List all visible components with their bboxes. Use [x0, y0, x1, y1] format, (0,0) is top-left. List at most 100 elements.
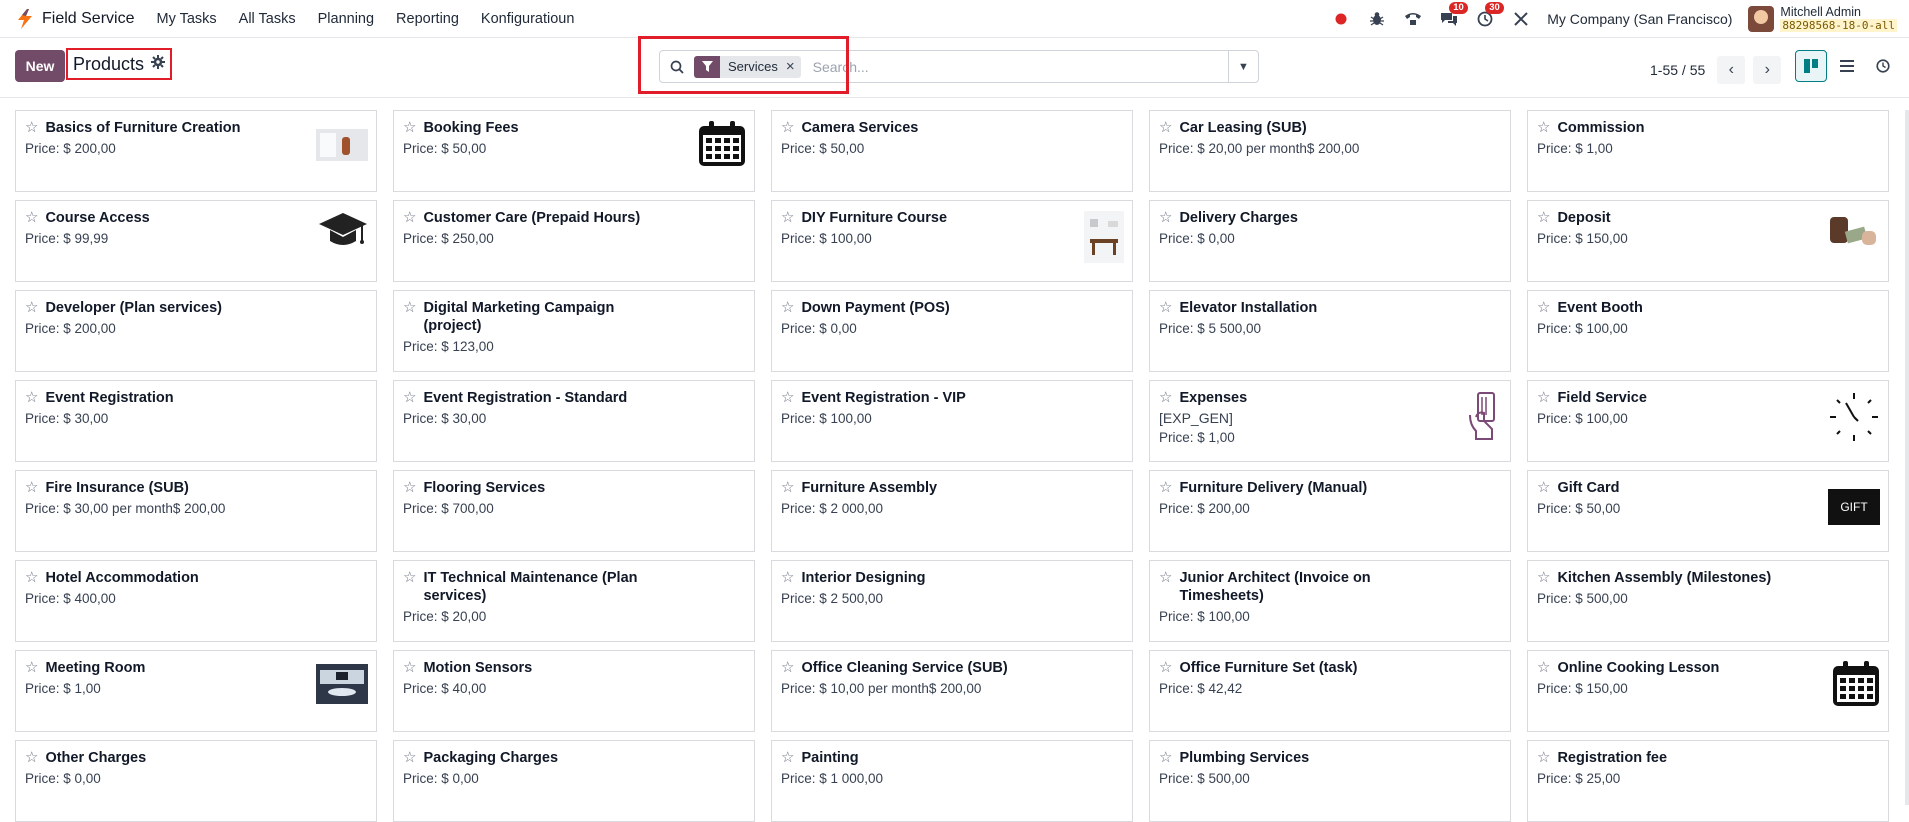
activities-clock-icon[interactable]: 30 — [1475, 1, 1504, 29]
favorite-star-icon[interactable]: ☆ — [403, 389, 416, 406]
favorite-star-icon[interactable]: ☆ — [781, 389, 794, 406]
product-card[interactable]: ☆ Flooring Services Price: $ 700,00 — [393, 470, 755, 552]
pager-value[interactable]: 1-55 / 55 — [1650, 62, 1705, 78]
favorite-star-icon[interactable]: ☆ — [25, 299, 38, 316]
favorite-star-icon[interactable]: ☆ — [25, 389, 38, 406]
favorite-star-icon[interactable]: ☆ — [1159, 299, 1172, 316]
product-card[interactable]: ☆ Digital Marketing Campaign (project) Pri… — [393, 290, 755, 372]
product-card[interactable]: ☆ Basics of Furniture Creation Price: $ 20… — [15, 110, 377, 192]
favorite-star-icon[interactable]: ☆ — [1537, 209, 1550, 226]
product-card[interactable]: ☆ Field Service Price: $ 100,00 — [1527, 380, 1889, 462]
favorite-star-icon[interactable]: ☆ — [1159, 479, 1172, 496]
favorite-star-icon[interactable]: ☆ — [781, 299, 794, 316]
messages-icon[interactable]: 10 — [1439, 1, 1468, 29]
favorite-star-icon[interactable]: ☆ — [25, 749, 38, 766]
favorite-star-icon[interactable]: ☆ — [403, 569, 416, 586]
product-card[interactable]: ☆ DIY Furniture Course Price: $ 100,00 — [771, 200, 1133, 282]
product-card[interactable]: ☆ Packaging Charges Price: $ 0,00 — [393, 740, 755, 822]
product-card[interactable]: ☆ Customer Care (Prepaid Hours) Price: $ 2… — [393, 200, 755, 282]
product-card[interactable]: ☆ Registration fee Price: $ 25,00 — [1527, 740, 1889, 822]
favorite-star-icon[interactable]: ☆ — [403, 209, 416, 226]
favorite-star-icon[interactable]: ☆ — [1537, 299, 1550, 316]
kanban-view-icon[interactable] — [1795, 50, 1827, 82]
new-button[interactable]: New — [15, 50, 65, 82]
product-card[interactable]: ☆ Event Registration Price: $ 30,00 — [15, 380, 377, 462]
favorite-star-icon[interactable]: ☆ — [403, 749, 416, 766]
favorite-star-icon[interactable]: ☆ — [403, 659, 416, 676]
product-card[interactable]: ☆ Booking Fees Price: $ 50,00 — [393, 110, 755, 192]
chevron-down-icon[interactable]: ▼ — [1228, 51, 1258, 82]
product-card[interactable]: ☆ Meeting Room Price: $ 1,00 — [15, 650, 377, 732]
favorite-star-icon[interactable]: ☆ — [25, 479, 38, 496]
favorite-star-icon[interactable]: ☆ — [1159, 119, 1172, 136]
favorite-star-icon[interactable]: ☆ — [1159, 209, 1172, 226]
user-menu[interactable]: Mitchell Admin 88298568-18-0-all — [1748, 5, 1897, 32]
product-card[interactable]: ☆ Fire Insurance (SUB) Price: $ 30,00 per … — [15, 470, 377, 552]
favorite-star-icon[interactable]: ☆ — [1537, 749, 1550, 766]
favorite-star-icon[interactable]: ☆ — [781, 569, 794, 586]
favorite-star-icon[interactable]: ☆ — [781, 479, 794, 496]
favorite-star-icon[interactable]: ☆ — [1159, 569, 1172, 586]
product-card[interactable]: ☆ Gift Card Price: $ 50,00 GIFT — [1527, 470, 1889, 552]
favorite-star-icon[interactable]: ☆ — [1537, 119, 1550, 136]
tools-icon[interactable] — [1511, 9, 1531, 29]
favorite-star-icon[interactable]: ☆ — [781, 659, 794, 676]
favorite-star-icon[interactable]: ☆ — [403, 299, 416, 316]
menu-configuration[interactable]: Konfiguratioun — [481, 11, 575, 27]
favorite-star-icon[interactable]: ☆ — [1159, 749, 1172, 766]
favorite-star-icon[interactable]: ☆ — [1159, 659, 1172, 676]
favorite-star-icon[interactable]: ☆ — [25, 119, 38, 136]
menu-my-tasks[interactable]: My Tasks — [156, 11, 216, 27]
product-card[interactable]: ☆ Kitchen Assembly (Milestones) Price: $ 5… — [1527, 560, 1889, 642]
menu-reporting[interactable]: Reporting — [396, 11, 459, 27]
favorite-star-icon[interactable]: ☆ — [781, 749, 794, 766]
favorite-star-icon[interactable]: ☆ — [25, 659, 38, 676]
search-input[interactable] — [812, 58, 1228, 75]
product-card[interactable]: ☆ Commission Price: $ 1,00 — [1527, 110, 1889, 192]
menu-all-tasks[interactable]: All Tasks — [239, 11, 296, 27]
favorite-star-icon[interactable]: ☆ — [25, 569, 38, 586]
phone-icon[interactable] — [1403, 9, 1423, 29]
product-card[interactable]: ☆ IT Technical Maintenance (Plan services… — [393, 560, 755, 642]
favorite-star-icon[interactable]: ☆ — [1537, 389, 1550, 406]
product-card[interactable]: ☆ Event Booth Price: $ 100,00 — [1527, 290, 1889, 372]
product-card[interactable]: ☆ Event Registration - VIP Price: $ 100,00 — [771, 380, 1133, 462]
product-card[interactable]: ☆ Furniture Assembly Price: $ 2 000,00 — [771, 470, 1133, 552]
favorite-star-icon[interactable]: ☆ — [403, 479, 416, 496]
app-brand[interactable]: Field Service — [16, 8, 134, 29]
favorite-star-icon[interactable]: ☆ — [25, 209, 38, 226]
chevron-left-icon[interactable]: ‹ — [1717, 56, 1746, 84]
product-card[interactable]: ☆ Deposit Price: $ 150,00 — [1527, 200, 1889, 282]
favorite-star-icon[interactable]: ☆ — [1537, 659, 1550, 676]
favorite-star-icon[interactable]: ☆ — [403, 119, 416, 136]
activity-view-icon[interactable] — [1867, 50, 1899, 82]
favorite-star-icon[interactable]: ☆ — [1537, 479, 1550, 496]
scrollbar[interactable] — [1905, 110, 1909, 805]
product-card[interactable]: ☆ Online Cooking Lesson Price: $ 150,00 — [1527, 650, 1889, 732]
favorite-star-icon[interactable]: ☆ — [781, 209, 794, 226]
favorite-star-icon[interactable]: ☆ — [1159, 389, 1172, 406]
chevron-right-icon[interactable]: › — [1753, 56, 1782, 84]
product-card[interactable]: ☆ Down Payment (POS) Price: $ 0,00 — [771, 290, 1133, 372]
favorite-star-icon[interactable]: ☆ — [781, 119, 794, 136]
product-card[interactable]: ☆ Interior Designing Price: $ 2 500,00 — [771, 560, 1133, 642]
product-card[interactable]: ☆ Painting Price: $ 1 000,00 — [771, 740, 1133, 822]
record-status-icon[interactable] — [1331, 9, 1351, 29]
product-card[interactable]: ☆ Developer (Plan services) Price: $ 200,0… — [15, 290, 377, 372]
product-card[interactable]: ☆ Hotel Accommodation Price: $ 400,00 — [15, 560, 377, 642]
product-card[interactable]: ☆ Course Access Price: $ 99,99 — [15, 200, 377, 282]
product-card[interactable]: ☆ Furniture Delivery (Manual) Price: $ 200… — [1149, 470, 1511, 552]
product-card[interactable]: ☆ Delivery Charges Price: $ 0,00 — [1149, 200, 1511, 282]
product-card[interactable]: ☆ Car Leasing (SUB) Price: $ 20,00 per mon… — [1149, 110, 1511, 192]
product-card[interactable]: ☆ Office Furniture Set (task) Price: $ 42,… — [1149, 650, 1511, 732]
favorite-star-icon[interactable]: ☆ — [1537, 569, 1550, 586]
product-card[interactable]: ☆ Expenses [EXP_GEN] Price: $ 1,00 — [1149, 380, 1511, 462]
product-card[interactable]: ☆ Elevator Installation Price: $ 5 500,00 — [1149, 290, 1511, 372]
menu-planning[interactable]: Planning — [318, 11, 374, 27]
debug-bug-icon[interactable] — [1367, 9, 1387, 29]
product-card[interactable]: ☆ Event Registration - Standard Price: $ 3… — [393, 380, 755, 462]
product-card[interactable]: ☆ Other Charges Price: $ 0,00 — [15, 740, 377, 822]
company-switcher[interactable]: My Company (San Francisco) — [1547, 11, 1732, 27]
product-card[interactable]: ☆ Office Cleaning Service (SUB) Price: $ 1… — [771, 650, 1133, 732]
product-card[interactable]: ☆ Plumbing Services Price: $ 500,00 — [1149, 740, 1511, 822]
